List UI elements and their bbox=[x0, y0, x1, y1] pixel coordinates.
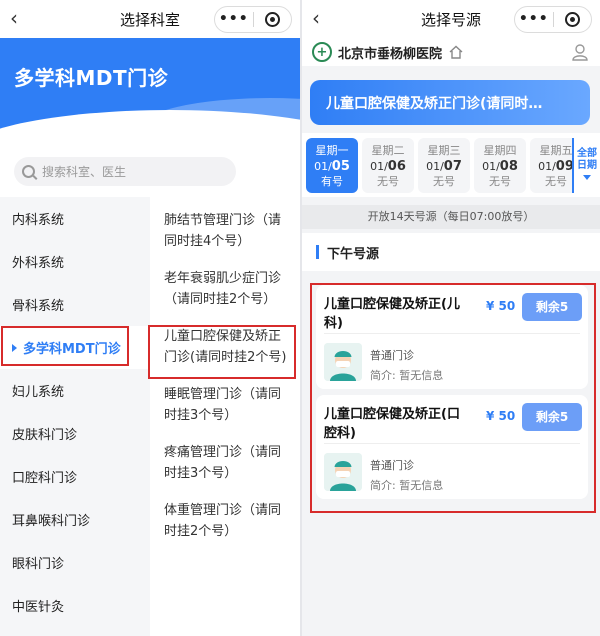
date-tab[interactable]: 星期一 01/05 有号 bbox=[306, 138, 358, 193]
availability-label: 无号 bbox=[433, 175, 455, 188]
date-label: 01/07 bbox=[418, 160, 470, 174]
clinic-label: 睡眠管理门诊（请同时挂3个号） bbox=[164, 387, 282, 423]
category-item[interactable]: 皮肤科门诊 bbox=[0, 412, 150, 455]
date-label: 01/06 bbox=[362, 160, 414, 174]
search-input[interactable] bbox=[42, 164, 222, 179]
hospital-name: 北京市垂杨柳医院 bbox=[338, 46, 443, 62]
weekday-label: 星期四 bbox=[483, 144, 517, 157]
availability-label: 无号 bbox=[377, 175, 399, 188]
category-label: 中医针灸 bbox=[12, 600, 65, 615]
date-tab[interactable]: 星期四 01/08 无号 bbox=[474, 138, 526, 193]
weekday-label: 星期三 bbox=[427, 144, 461, 157]
category-item[interactable]: 内科系统 bbox=[0, 197, 150, 240]
search-box[interactable] bbox=[14, 157, 236, 186]
clinic-label: 体重管理门诊（请同时挂2个号） bbox=[164, 503, 282, 539]
nav-bar: ‹ 选择号源 ••• bbox=[302, 0, 600, 38]
category-item[interactable]: 骨科系统 bbox=[0, 283, 150, 326]
date-day: 07 bbox=[443, 159, 462, 174]
section-accent bbox=[316, 245, 319, 259]
section-header: 下午号源 bbox=[302, 233, 600, 271]
more-icon[interactable]: ••• bbox=[215, 7, 253, 32]
category-label: 外科系统 bbox=[12, 256, 65, 271]
hero-wave bbox=[0, 110, 300, 148]
home-icon[interactable] bbox=[448, 44, 464, 60]
section-title: 下午号源 bbox=[327, 246, 380, 262]
date-month: 01/ bbox=[426, 160, 444, 173]
date-day: 05 bbox=[331, 159, 350, 174]
category-item[interactable]: 妇儿系统 bbox=[0, 369, 150, 412]
date-selector: 星期五 01/09 无号 星期四 01/08 无号 星期三 01/07 无号 星期二 01/06 无号… bbox=[302, 133, 600, 197]
clinic-label: 肺结节管理门诊（请同时挂4个号） bbox=[164, 213, 282, 249]
category-list: 内科系统 外科系统 骨科系统 多学科MDT门诊 妇儿系统 皮肤科门诊 口腔科门诊 耳鼻喉科门诊… bbox=[0, 197, 150, 636]
clinic-item[interactable]: 体重管理门诊（请同时挂2个号） bbox=[150, 487, 300, 545]
release-info: 开放14天号源（每日07:00放号） bbox=[302, 205, 600, 229]
nav-title: 选择科室 bbox=[119, 10, 180, 29]
miniprogram-capsule: ••• bbox=[514, 6, 592, 33]
date-label: 01/08 bbox=[474, 160, 526, 174]
schedule-select-screen: ‹ 选择号源 ••• 北京市垂杨柳医院 儿童口腔保健及矫正门诊(请同时… 星期五… bbox=[302, 0, 600, 636]
close-target-icon[interactable] bbox=[253, 12, 291, 27]
category-item[interactable]: 外科系统 bbox=[0, 240, 150, 283]
hospital-bar: 北京市垂杨柳医院 bbox=[302, 38, 600, 66]
category-item[interactable]: 眼科门诊 bbox=[0, 541, 150, 584]
date-month: 01/ bbox=[482, 160, 500, 173]
hero-banner: 多学科MDT门诊 bbox=[0, 38, 300, 148]
close-target-icon[interactable] bbox=[553, 12, 591, 27]
category-label: 眼科门诊 bbox=[12, 557, 65, 572]
category-label: 妇儿系统 bbox=[12, 385, 65, 400]
all-dates-label: 全部 bbox=[577, 148, 597, 159]
miniprogram-capsule: ••• bbox=[214, 6, 292, 33]
category-label: 骨科系统 bbox=[12, 299, 65, 314]
more-icon[interactable]: ••• bbox=[515, 7, 553, 32]
category-label: 耳鼻喉科门诊 bbox=[12, 514, 91, 529]
date-tab[interactable]: 星期二 01/06 无号 bbox=[362, 138, 414, 193]
back-icon[interactable]: ‹ bbox=[10, 7, 18, 29]
highlight-box bbox=[1, 326, 129, 366]
search-icon bbox=[22, 165, 35, 178]
clinic-item[interactable]: 肺结节管理门诊（请同时挂4个号） bbox=[150, 197, 300, 255]
nav-bar: ‹ 选择科室 ••• bbox=[0, 0, 300, 38]
category-item[interactable]: 口腔科门诊 bbox=[0, 455, 150, 498]
category-label: 内科系统 bbox=[12, 213, 65, 228]
all-dates-button[interactable]: 全部 日期 bbox=[572, 138, 600, 193]
category-item[interactable]: 耳鼻喉科门诊 bbox=[0, 498, 150, 541]
availability-label: 无号 bbox=[489, 175, 511, 188]
clinic-item[interactable]: 睡眠管理门诊（请同时挂3个号） bbox=[150, 371, 300, 429]
category-label: 皮肤科门诊 bbox=[12, 428, 78, 443]
hospital-logo-icon bbox=[312, 42, 332, 62]
clinic-item[interactable]: 老年衰弱肌少症门诊（请同时挂2个号） bbox=[150, 255, 300, 313]
date-month: 01/ bbox=[538, 160, 556, 173]
date-month: 01/ bbox=[314, 160, 332, 173]
category-item[interactable]: 中医针灸 bbox=[0, 584, 150, 627]
clinic-label: 疼痛管理门诊（请同时挂3个号） bbox=[164, 445, 282, 481]
date-label: 01/05 bbox=[306, 160, 358, 174]
clinic-list: 肺结节管理门诊（请同时挂4个号） 老年衰弱肌少症门诊（请同时挂2个号） 儿童口腔保健… bbox=[150, 197, 300, 636]
user-icon[interactable] bbox=[570, 42, 590, 62]
date-tab[interactable]: 星期三 01/07 无号 bbox=[418, 138, 470, 193]
availability-label: 有号 bbox=[321, 175, 343, 188]
date-day: 08 bbox=[499, 159, 518, 174]
highlight-box bbox=[310, 283, 596, 513]
all-dates-label: 日期 bbox=[577, 160, 597, 171]
weekday-label: 星期一 bbox=[315, 144, 349, 157]
department-select-screen: ‹ 选择科室 ••• 多学科MDT门诊 内科系统外科系统骨科系统多学科MDT门诊… bbox=[0, 0, 300, 636]
clinic-item[interactable]: 疼痛管理门诊（请同时挂3个号） bbox=[150, 429, 300, 487]
back-icon[interactable]: ‹ bbox=[312, 7, 320, 29]
date-month: 01/ bbox=[370, 160, 388, 173]
highlight-box bbox=[148, 325, 296, 379]
clinic-label: 老年衰弱肌少症门诊（请同时挂2个号） bbox=[164, 271, 282, 307]
department-title: 儿童口腔保健及矫正门诊(请同时… bbox=[310, 80, 590, 125]
nav-title: 选择号源 bbox=[420, 10, 481, 29]
date-day: 06 bbox=[387, 159, 406, 174]
weekday-label: 星期二 bbox=[371, 144, 405, 157]
chevron-down-icon bbox=[583, 175, 591, 180]
hero-title: 多学科MDT门诊 bbox=[14, 66, 169, 90]
category-label: 口腔科门诊 bbox=[12, 471, 78, 486]
